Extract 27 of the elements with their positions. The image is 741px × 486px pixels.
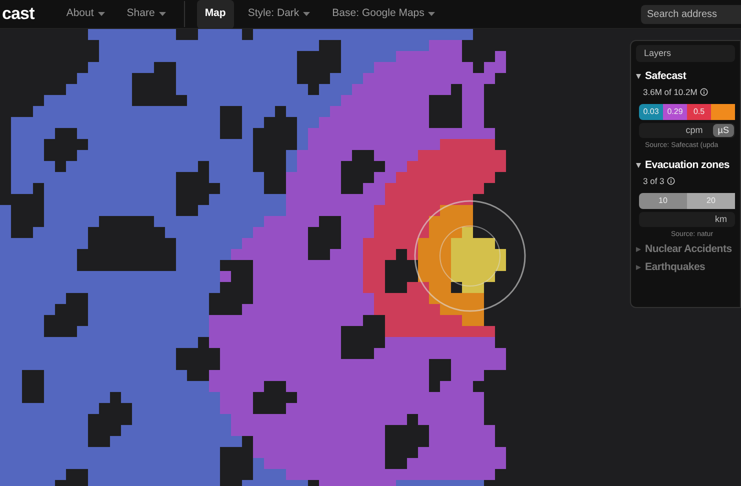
- info-icon: [700, 88, 708, 96]
- info-icon: [667, 177, 676, 186]
- caret-icon: [158, 12, 166, 16]
- legend-swatch[interactable]: 0.29: [663, 104, 687, 120]
- unit-option[interactable]: cpm: [680, 124, 708, 136]
- layer-name[interactable]: Earthquakes: [645, 260, 706, 276]
- caret-icon: [303, 12, 310, 16]
- logo-text: cast: [2, 3, 34, 26]
- legend-swatch[interactable]: [711, 104, 735, 120]
- legend-swatch[interactable]: 0.5: [687, 104, 711, 120]
- caret-icon: [428, 12, 436, 16]
- menu-tab[interactable]: Base: Google Maps: [324, 0, 444, 28]
- menu-tab[interactable]: Style: Dark: [240, 0, 318, 28]
- search-field[interactable]: Search address: [641, 4, 741, 24]
- caret-icon: [98, 12, 105, 16]
- layer-count: 3 of 3: [643, 174, 664, 188]
- layer-name[interactable]: Evacuation zones: [645, 158, 730, 174]
- layer-name[interactable]: Nuclear Accidents: [645, 242, 732, 258]
- legend-swatch[interactable]: 0.03: [639, 104, 663, 120]
- unit-option[interactable]: km: [710, 212, 732, 226]
- layer-name[interactable]: Safecast: [645, 69, 686, 85]
- layer-count: 3.6M of 10.2M: [643, 86, 698, 98]
- menu-tab[interactable]: About: [58, 0, 113, 28]
- menu-tab[interactable]: Map: [196, 0, 234, 28]
- unit-option[interactable]: µS: [712, 124, 734, 136]
- menu-tab[interactable]: Share: [118, 0, 174, 28]
- panel-header: Layers: [636, 45, 735, 62]
